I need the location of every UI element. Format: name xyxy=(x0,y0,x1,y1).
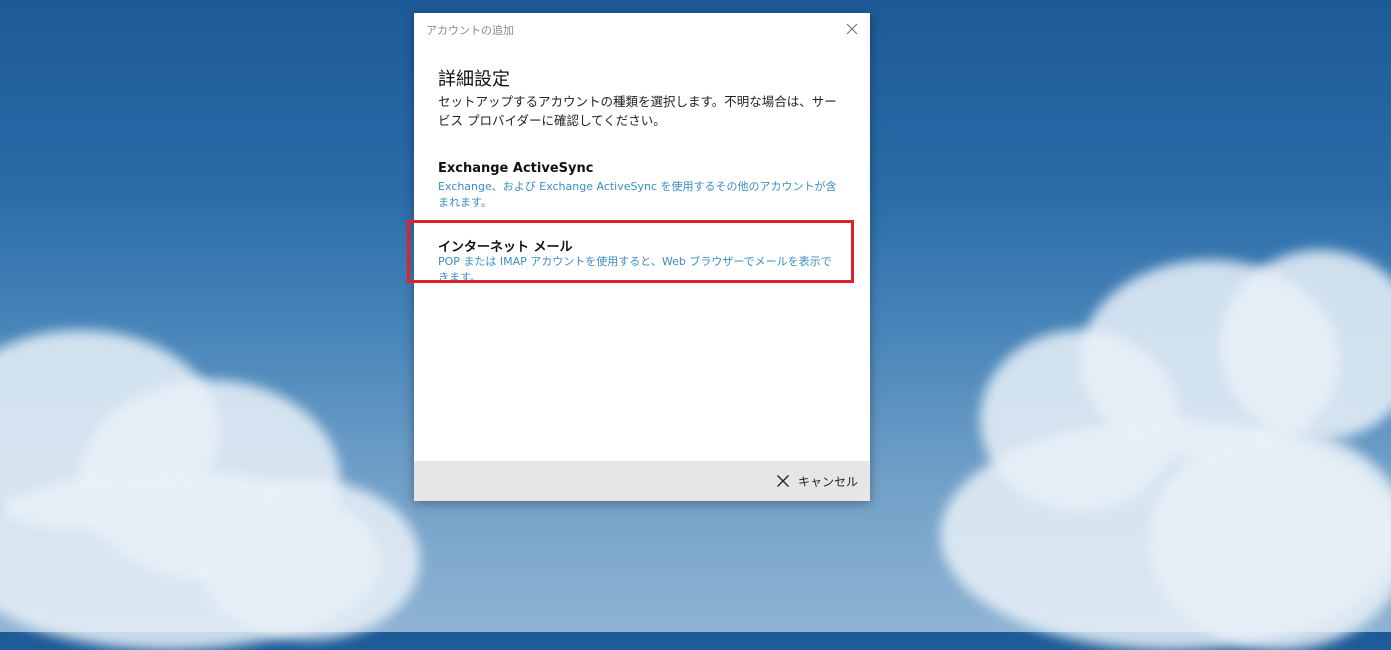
close-icon xyxy=(777,475,789,487)
dialog-title: アカウントの追加 xyxy=(426,24,514,37)
cancel-label: キャンセル xyxy=(797,474,858,489)
option-internet-mail[interactable]: インターネット メール POP または IMAP アカウントを使用すると、Web… xyxy=(426,231,856,284)
dialog-titlebar: アカウントの追加 xyxy=(414,13,870,45)
option-description: POP または IMAP アカウントを使用すると、Web ブラウザーでメールを表… xyxy=(438,255,832,284)
cancel-button[interactable]: キャンセル xyxy=(776,471,858,491)
option-description: Exchange、および Exchange ActiveSync を使用するその… xyxy=(438,180,837,209)
page-description: セットアップするアカウントの種類を選択します。不明な場合は、サービス プロバイダ… xyxy=(438,94,837,128)
option-exchange-activesync[interactable]: Exchange ActiveSync Exchange、および Exchang… xyxy=(426,156,856,214)
option-title: インターネット メール xyxy=(438,240,573,255)
option-title: Exchange ActiveSync xyxy=(438,161,594,176)
dialog-footer: キャンセル xyxy=(414,461,870,501)
page-title: 詳細設定 xyxy=(438,69,510,90)
close-icon xyxy=(846,23,858,35)
add-account-dialog: アカウントの追加 詳細設定 セットアップするアカウントの種類を選択します。不明な… xyxy=(414,13,870,501)
close-button[interactable] xyxy=(844,21,860,37)
